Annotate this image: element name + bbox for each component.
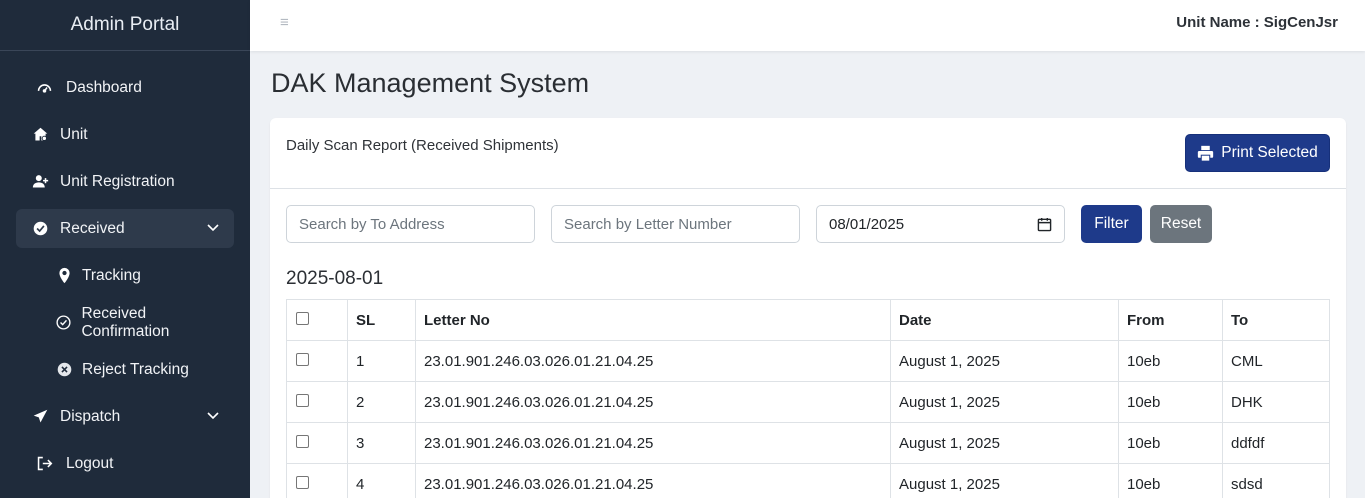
column-header-date: Date xyxy=(890,299,1119,341)
check-circle-icon xyxy=(30,219,50,239)
table-row: 2 23.01.901.246.03.026.01.21.04.25 Augus… xyxy=(286,381,1330,423)
card-title: Daily Scan Report (Received Shipments) xyxy=(286,137,559,154)
column-header-from: From xyxy=(1118,299,1223,341)
cell-from: 10eb xyxy=(1118,381,1223,423)
page-title: DAK Management System xyxy=(271,68,590,98)
unit-name: Unit Name : SigCenJsr xyxy=(1176,14,1338,31)
sidebar: Admin Portal Dashboard Unit Unit Registr… xyxy=(0,0,250,498)
row-select-cell xyxy=(286,463,348,498)
report-card: Daily Scan Report (Received Shipments) P… xyxy=(270,118,1346,498)
x-circle-icon xyxy=(54,360,74,380)
select-all-cell xyxy=(286,299,348,341)
hamburger-icon[interactable]: ≡ xyxy=(280,14,289,31)
gauge-icon xyxy=(34,78,54,98)
cell-from: 10eb xyxy=(1118,422,1223,464)
sidebar-item-tracking[interactable]: Tracking xyxy=(16,256,234,295)
map-pin-icon xyxy=(54,266,74,286)
sidebar-item-label: Reject Tracking xyxy=(82,360,189,378)
sidebar-item-label: Unit Registration xyxy=(60,172,175,190)
sidebar-item-label: Logout xyxy=(66,454,114,472)
row-checkbox[interactable] xyxy=(296,476,309,490)
table-row: 4 23.01.901.246.03.026.01.21.04.25 Augus… xyxy=(286,463,1330,498)
chevron-down-icon xyxy=(207,224,219,232)
cell-letter-no: 23.01.901.246.03.026.01.21.04.25 xyxy=(415,463,891,498)
sidebar-item-label: Received xyxy=(60,219,125,237)
cell-date: August 1, 2025 xyxy=(890,422,1119,464)
print-selected-label: Print Selected xyxy=(1221,144,1318,161)
to-address-search-input[interactable] xyxy=(286,205,535,243)
topbar: ≡ Unit Name : SigCenJsr xyxy=(250,0,1365,51)
report-date-heading: 2025-08-01 xyxy=(286,268,384,289)
cell-to: CML xyxy=(1222,340,1330,382)
card-header: Daily Scan Report (Received Shipments) P… xyxy=(270,118,1346,189)
check-circle-outline-icon xyxy=(54,313,73,333)
select-all-checkbox[interactable] xyxy=(296,312,309,326)
row-select-cell xyxy=(286,340,348,382)
table-header-row: SL Letter No Date From To xyxy=(286,299,1330,341)
chevron-down-icon xyxy=(207,412,219,420)
date-input-value: 08/01/2025 xyxy=(829,215,905,233)
logout-icon xyxy=(34,454,54,474)
user-plus-icon xyxy=(30,172,50,192)
cell-date: August 1, 2025 xyxy=(890,340,1119,382)
cell-from: 10eb xyxy=(1118,340,1223,382)
sidebar-item-label: Dispatch xyxy=(60,407,121,425)
cell-letter-no: 23.01.901.246.03.026.01.21.04.25 xyxy=(415,381,891,423)
cell-to: sdsd xyxy=(1222,463,1330,498)
cell-date: August 1, 2025 xyxy=(890,381,1119,423)
cell-sl: 4 xyxy=(347,463,416,498)
send-icon xyxy=(30,407,50,427)
brand-title: Admin Portal xyxy=(0,0,250,51)
cell-letter-no: 23.01.901.246.03.026.01.21.04.25 xyxy=(415,422,891,464)
sidebar-nav: Dashboard Unit Unit Registration Receive… xyxy=(16,68,234,491)
cell-sl: 2 xyxy=(347,381,416,423)
row-checkbox[interactable] xyxy=(296,353,309,367)
sidebar-item-dispatch[interactable]: Dispatch xyxy=(16,397,234,436)
column-header-sl: SL xyxy=(347,299,416,341)
row-checkbox[interactable] xyxy=(296,435,309,449)
sidebar-item-dashboard[interactable]: Dashboard xyxy=(16,68,234,107)
report-table: SL Letter No Date From To 1 23.01.901.24… xyxy=(286,299,1330,498)
reset-button[interactable]: Reset xyxy=(1150,205,1212,243)
cell-sl: 3 xyxy=(347,422,416,464)
print-selected-button[interactable]: Print Selected xyxy=(1185,134,1330,172)
cell-date: August 1, 2025 xyxy=(890,463,1119,498)
cell-letter-no: 23.01.901.246.03.026.01.21.04.25 xyxy=(415,340,891,382)
sidebar-item-received[interactable]: Received xyxy=(16,209,234,248)
sidebar-item-received-confirmation[interactable]: Received Confirmation xyxy=(16,303,234,342)
cell-to: DHK xyxy=(1222,381,1330,423)
calendar-icon[interactable] xyxy=(1037,217,1052,232)
cell-sl: 1 xyxy=(347,340,416,382)
cell-from: 10eb xyxy=(1118,463,1223,498)
sidebar-item-logout[interactable]: Logout xyxy=(16,444,234,483)
home-gear-icon xyxy=(30,125,50,145)
column-header-to: To xyxy=(1222,299,1330,341)
sidebar-item-label: Received Confirmation xyxy=(81,304,170,340)
sidebar-item-label: Unit xyxy=(60,125,88,143)
column-header-letter-no: Letter No xyxy=(415,299,891,341)
sidebar-item-label: Tracking xyxy=(82,266,141,284)
table-row: 1 23.01.901.246.03.026.01.21.04.25 Augus… xyxy=(286,340,1330,382)
row-select-cell xyxy=(286,422,348,464)
date-input[interactable]: 08/01/2025 xyxy=(816,205,1065,243)
row-select-cell xyxy=(286,381,348,423)
letter-number-search-input[interactable] xyxy=(551,205,800,243)
sidebar-item-reject-tracking[interactable]: Reject Tracking xyxy=(16,350,234,389)
sidebar-item-unit-registration[interactable]: Unit Registration xyxy=(16,162,234,201)
sidebar-item-label: Dashboard xyxy=(66,78,142,96)
filter-bar: 08/01/2025 Filter Reset xyxy=(286,205,1330,243)
row-checkbox[interactable] xyxy=(296,394,309,408)
cell-to: ddfdf xyxy=(1222,422,1330,464)
printer-icon xyxy=(1198,145,1214,162)
sidebar-item-unit[interactable]: Unit xyxy=(16,115,234,154)
filter-button[interactable]: Filter xyxy=(1081,205,1142,243)
table-row: 3 23.01.901.246.03.026.01.21.04.25 Augus… xyxy=(286,422,1330,464)
